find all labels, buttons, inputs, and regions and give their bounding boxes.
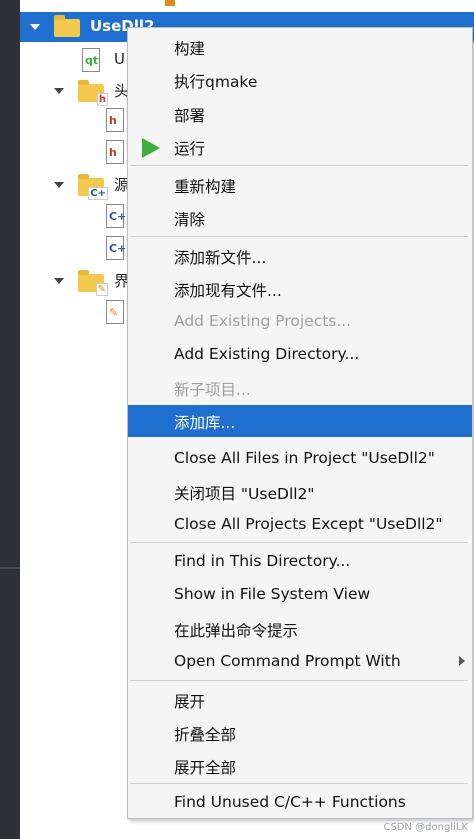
menu-item-add-existing-projects: Add Existing Projects... (128, 306, 472, 338)
menu-item-show-in-file-system-view[interactable]: Show in File System View (128, 579, 472, 611)
menu-item-run[interactable]: 运行 (128, 131, 472, 163)
gutter-divider (0, 567, 20, 569)
menu-item-label: 添加新文件... (174, 249, 267, 267)
menu-item-label: 折叠全部 (174, 726, 237, 744)
cpp-file-icon[interactable]: C+ (106, 236, 126, 260)
submenu-arrow-icon (459, 656, 465, 666)
qt-project-file-icon: qt (82, 48, 100, 72)
menu-item-close-project[interactable]: 关闭项目 "UseDll2" (128, 476, 472, 508)
menu-item-find-in-directory[interactable]: Find in This Directory... (128, 546, 472, 578)
ui-form-file-icon[interactable]: ✎ (106, 300, 124, 324)
context-menu: 构建 执行qmake 部署 运行 重新构建 清除 添加新文件... 添加现有文件… (127, 27, 473, 819)
menu-item-expand[interactable]: 展开 (128, 684, 472, 716)
menu-item-label: Close All Files in Project "UseDll2" (174, 449, 435, 467)
menu-item-clean[interactable]: 清除 (128, 202, 472, 234)
menu-item-label: 添加现有文件... (174, 282, 282, 300)
menu-item-label: 新子项目... (174, 381, 251, 399)
run-play-icon (142, 138, 160, 158)
menu-item-add-existing-directory[interactable]: Add Existing Directory... (128, 339, 472, 371)
menu-item-find-unused-functions[interactable]: Find Unused C/C++ Functions (128, 787, 472, 819)
menu-item-label: 展开全部 (174, 759, 237, 777)
menu-item-label: 执行qmake (174, 73, 258, 91)
project-gear-folder-icon (54, 15, 80, 37)
sources-folder-icon: C+ (78, 174, 108, 200)
menu-item-label: 清除 (174, 211, 206, 229)
menu-item-build[interactable]: 构建 (128, 31, 472, 63)
menu-separator (130, 680, 468, 681)
menu-item-label: 展开 (174, 693, 206, 711)
expand-arrow-icon[interactable] (30, 24, 40, 30)
file-icon-partial (165, 0, 175, 6)
expand-arrow-icon[interactable] (54, 88, 64, 94)
menu-item-expand-all[interactable]: 展开全部 (128, 750, 472, 782)
menu-item-collapse-all[interactable]: 折叠全部 (128, 717, 472, 749)
menu-item-open-command-prompt-with[interactable]: Open Command Prompt With (128, 646, 472, 678)
menu-item-rebuild[interactable]: 重新构建 (128, 169, 472, 201)
menu-item-label: 构建 (174, 40, 206, 58)
menu-item-label: 重新构建 (174, 178, 237, 196)
menu-item-close-all-projects-except[interactable]: Close All Projects Except "UseDll2" (128, 509, 472, 541)
menu-separator (130, 542, 468, 543)
menu-item-label: Add Existing Directory... (174, 345, 360, 363)
menu-separator (130, 783, 468, 784)
watermark: CSDN @dongliLK (383, 822, 468, 833)
menu-item-add-library[interactable]: 添加库... (128, 405, 472, 437)
menu-item-label: 运行 (174, 140, 206, 158)
menu-item-open-command-prompt-here[interactable]: 在此弹出命令提示 (128, 613, 472, 645)
menu-item-label: Find Unused C/C++ Functions (174, 793, 406, 811)
menu-item-add-existing-files[interactable]: 添加现有文件... (128, 273, 472, 305)
menu-item-add-new-file[interactable]: 添加新文件... (128, 240, 472, 272)
menu-item-label: Open Command Prompt With (174, 652, 401, 670)
menu-item-label: 部署 (174, 107, 206, 125)
menu-item-deploy[interactable]: 部署 (128, 98, 472, 130)
expand-arrow-icon[interactable] (54, 278, 64, 284)
header-file-icon[interactable]: h (106, 108, 124, 132)
header-file-icon[interactable]: h (106, 140, 124, 164)
menu-separator (130, 165, 468, 166)
menu-item-close-all-files-in-project[interactable]: Close All Files in Project "UseDll2" (128, 443, 472, 475)
menu-item-label: Close All Projects Except "UseDll2" (174, 515, 443, 533)
menu-item-label: Find in This Directory... (174, 552, 351, 570)
menu-item-label: Add Existing Projects... (174, 312, 352, 330)
menu-separator (130, 236, 468, 237)
headers-folder-icon: h (78, 80, 108, 106)
menu-item-label: 关闭项目 "UseDll2" (174, 485, 315, 503)
forms-folder-icon: ✎ (78, 270, 108, 296)
cpp-file-icon[interactable]: C+ (106, 204, 126, 228)
menu-item-label: 在此弹出命令提示 (174, 622, 299, 640)
menu-item-new-subproject: 新子项目... (128, 372, 472, 404)
menu-item-label: 添加库... (174, 414, 236, 432)
menu-item-run-qmake[interactable]: 执行qmake (128, 64, 472, 96)
left-gutter (0, 0, 20, 839)
expand-arrow-icon[interactable] (54, 182, 64, 188)
menu-item-label: Show in File System View (174, 585, 371, 603)
tree-item-label: U (114, 50, 125, 68)
